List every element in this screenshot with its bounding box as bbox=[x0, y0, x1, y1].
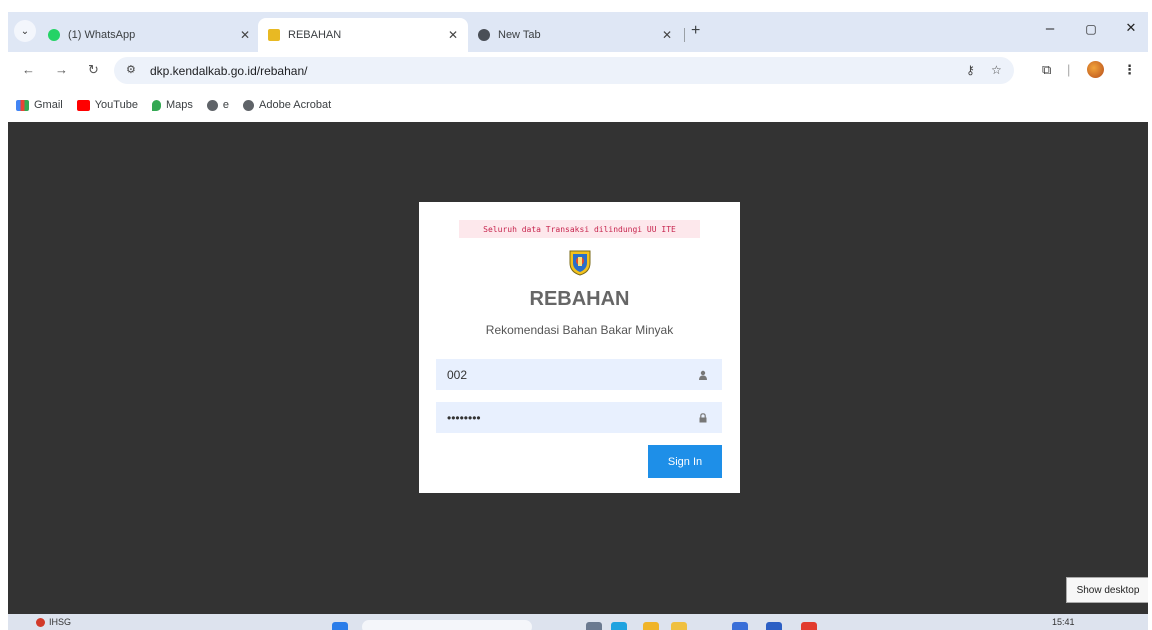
gmail-icon bbox=[16, 99, 29, 111]
app-title: REBAHAN bbox=[529, 288, 630, 310]
bookmark-label: e bbox=[222, 99, 229, 111]
bookmark-label: YouTube bbox=[94, 99, 138, 111]
clock: 15:41 bbox=[1052, 617, 1075, 627]
stock-widget[interactable]: IHSG bbox=[36, 617, 71, 627]
tab-new-tab[interactable]: New Tab ✕ bbox=[468, 18, 682, 52]
globe-icon bbox=[206, 99, 218, 111]
bookmarks-bar: Gmail YouTube Maps e Adobe Acrobat bbox=[8, 88, 1148, 122]
emblem-logo bbox=[569, 250, 591, 276]
bookmark-e[interactable]: e bbox=[206, 99, 229, 111]
minimize-button[interactable]: – bbox=[1038, 20, 1062, 37]
address-bar[interactable]: ⚙ dkp.kendalkab.go.id/rebahan/ ⚷ ☆ bbox=[114, 57, 1014, 84]
page-content: Seluruh data Transaksi dilindungi UU ITE… bbox=[8, 122, 1148, 614]
bookmark-gmail[interactable]: Gmail bbox=[16, 99, 63, 111]
tab-strip: ⌄ (1) WhatsApp ✕ REBAHAN ✕ New Tab ✕ + –… bbox=[8, 12, 1148, 52]
show-desktop-tooltip: Show desktop bbox=[1066, 577, 1148, 603]
chrome-icon bbox=[478, 29, 490, 41]
bookmark-label: Gmail bbox=[34, 99, 63, 111]
taskbar-search[interactable] bbox=[362, 620, 532, 630]
alert-icon bbox=[36, 617, 45, 627]
bookmark-label: Adobe Acrobat bbox=[259, 99, 332, 111]
url-text: dkp.kendalkab.go.id/rebahan/ bbox=[150, 64, 308, 78]
tab-separator bbox=[684, 28, 685, 42]
tab-search-icon[interactable]: ⌄ bbox=[14, 20, 36, 42]
password-key-icon[interactable]: ⚷ bbox=[966, 63, 975, 77]
chrome-taskbar-icon[interactable] bbox=[801, 622, 817, 630]
bookmark-adobe-acrobat[interactable]: Adobe Acrobat bbox=[243, 99, 331, 111]
tab-title: New Tab bbox=[498, 29, 541, 41]
forward-icon[interactable]: → bbox=[55, 62, 68, 77]
close-tab-icon[interactable]: ✕ bbox=[662, 28, 672, 42]
password-input[interactable] bbox=[436, 402, 722, 433]
sign-in-button[interactable]: Sign In bbox=[648, 445, 722, 478]
bookmark-star-icon[interactable]: ☆ bbox=[991, 63, 1002, 77]
bookmark-youtube[interactable]: YouTube bbox=[76, 99, 138, 111]
task-view-icon[interactable] bbox=[586, 622, 602, 630]
app-icon[interactable] bbox=[766, 622, 782, 630]
user-icon bbox=[698, 370, 708, 380]
folder-icon[interactable] bbox=[671, 622, 687, 630]
close-window-button[interactable]: ✕ bbox=[1119, 20, 1143, 36]
youtube-icon bbox=[76, 99, 90, 111]
maximize-button[interactable]: ▢ bbox=[1079, 22, 1103, 36]
login-card: Seluruh data Transaksi dilindungi UU ITE… bbox=[419, 202, 740, 493]
username-input[interactable] bbox=[436, 359, 722, 390]
store-icon[interactable] bbox=[732, 622, 748, 630]
reload-icon[interactable]: ↻ bbox=[88, 62, 99, 78]
emblem-icon bbox=[268, 29, 280, 41]
browser-toolbar: ← → ↻ ⚙ dkp.kendalkab.go.id/rebahan/ ⚷ ☆… bbox=[8, 52, 1148, 88]
edge-icon[interactable] bbox=[611, 622, 627, 630]
extensions-icon[interactable]: ⧉ bbox=[1042, 62, 1051, 78]
file-explorer-icon[interactable] bbox=[643, 622, 659, 630]
widget-label: IHSG bbox=[49, 617, 72, 627]
browser-window: ⌄ (1) WhatsApp ✕ REBAHAN ✕ New Tab ✕ + –… bbox=[8, 12, 1148, 630]
start-icon[interactable] bbox=[332, 622, 348, 630]
new-tab-button[interactable]: + bbox=[691, 22, 700, 40]
tab-rebahan[interactable]: REBAHAN ✕ bbox=[258, 18, 468, 52]
legal-notice: Seluruh data Transaksi dilindungi UU ITE bbox=[459, 220, 700, 238]
tab-whatsapp[interactable]: (1) WhatsApp ✕ bbox=[38, 18, 260, 52]
close-tab-icon[interactable]: ✕ bbox=[448, 28, 458, 42]
back-icon[interactable]: ← bbox=[22, 62, 35, 77]
profile-avatar[interactable] bbox=[1087, 61, 1104, 78]
taskbar: IHSG 15:41 bbox=[8, 614, 1148, 630]
toolbar-separator: | bbox=[1067, 62, 1071, 77]
globe-icon bbox=[243, 99, 254, 111]
tab-title: REBAHAN bbox=[288, 29, 342, 41]
lock-icon bbox=[698, 413, 708, 423]
site-settings-icon[interactable]: ⚙ bbox=[126, 63, 136, 76]
close-tab-icon[interactable]: ✕ bbox=[240, 28, 250, 42]
bookmark-label: Maps bbox=[165, 99, 193, 111]
app-subtitle: Rekomendasi Bahan Bakar Minyak bbox=[485, 323, 674, 337]
bookmark-maps[interactable]: Maps bbox=[151, 99, 193, 111]
maps-icon bbox=[151, 99, 161, 111]
tab-title: (1) WhatsApp bbox=[68, 29, 136, 41]
whatsapp-icon bbox=[48, 29, 60, 41]
menu-kebab-icon[interactable]: ⋮ bbox=[1123, 62, 1136, 78]
